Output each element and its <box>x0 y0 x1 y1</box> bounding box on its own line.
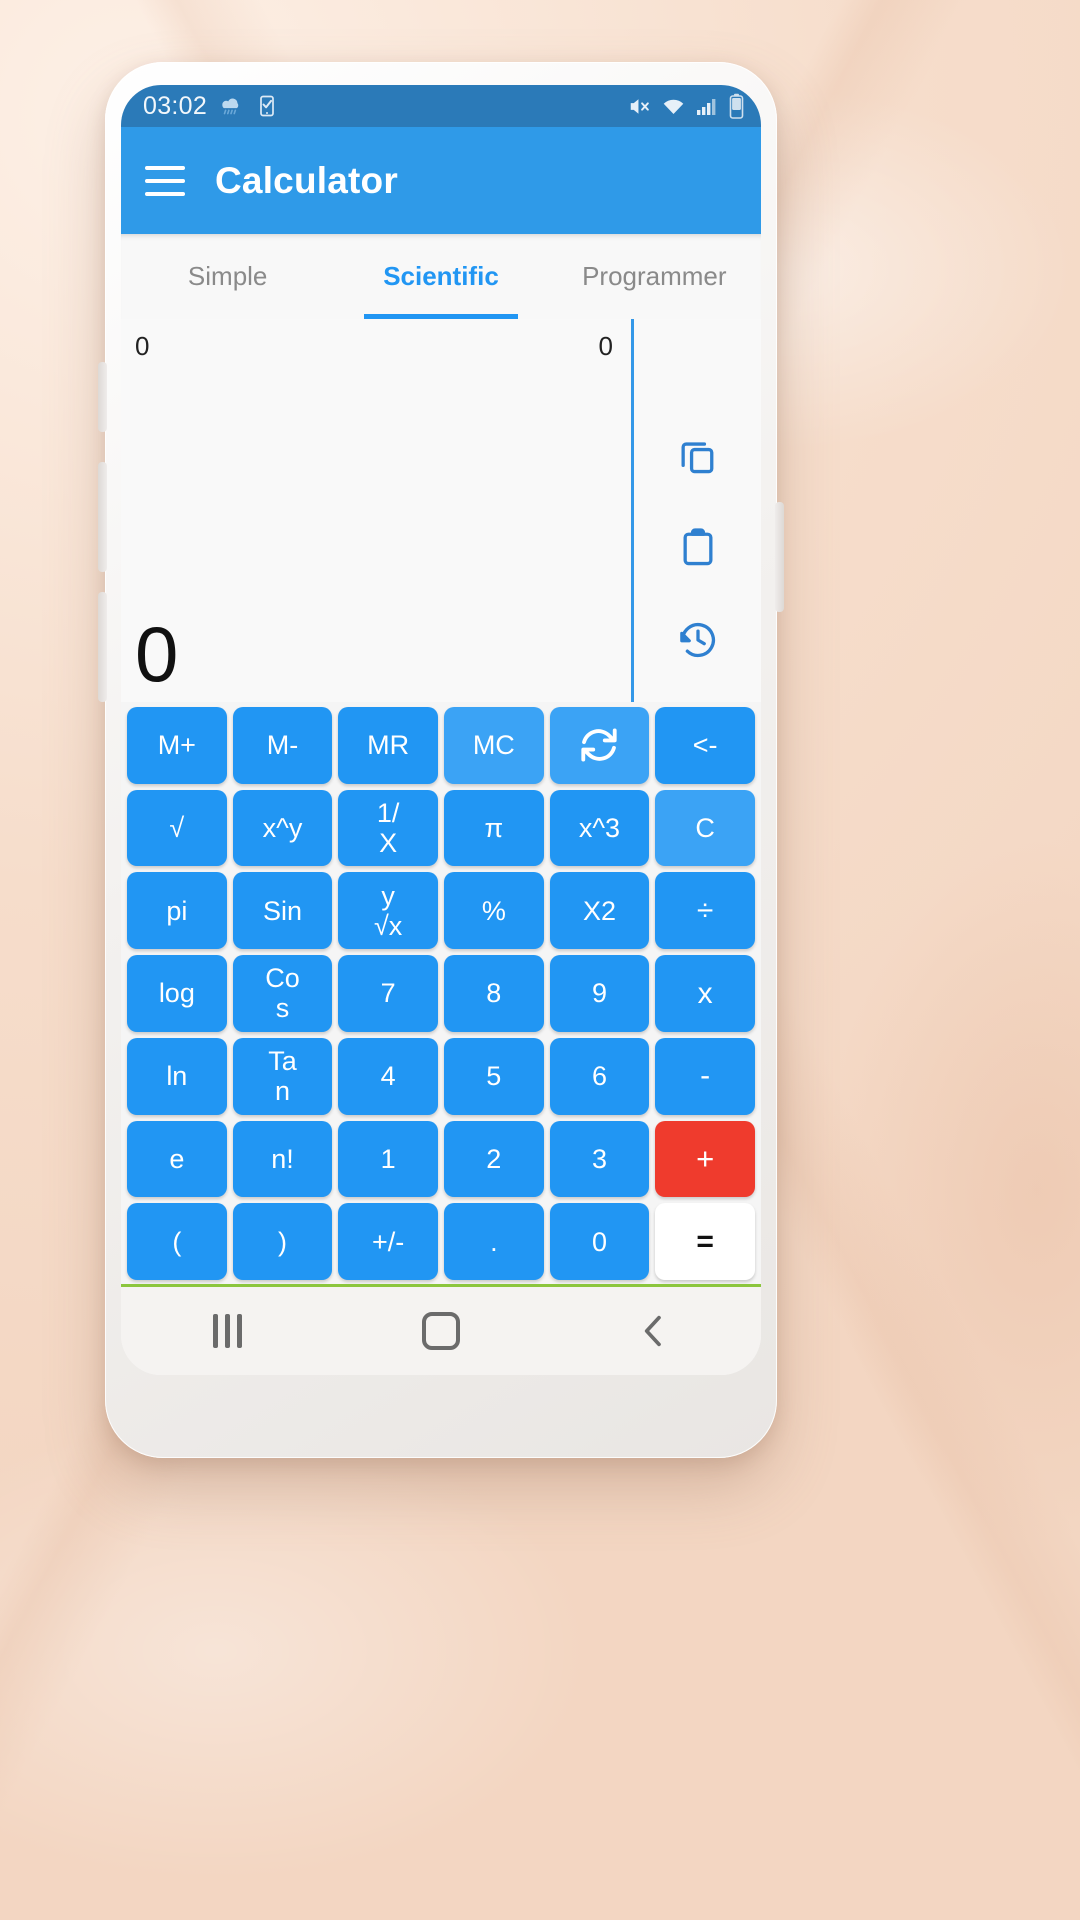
key-6[interactable]: 6 <box>549 1037 650 1115</box>
key-2[interactable]: 2 <box>443 1120 544 1198</box>
hamburger-menu-icon[interactable] <box>145 165 185 196</box>
key-([interactable]: ( <box>127 1203 227 1280</box>
key-3[interactable]: 3 <box>549 1120 650 1198</box>
key-e[interactable]: e <box>127 1120 227 1198</box>
app-bar: Calculator <box>121 127 761 234</box>
nav-home-button[interactable] <box>381 1301 501 1361</box>
paste-icon[interactable] <box>676 526 720 570</box>
back-chevron-icon <box>645 1315 662 1347</box>
expression-left: 0 <box>135 331 150 361</box>
key-sin[interactable]: Sin <box>232 872 333 950</box>
wifi-icon <box>661 94 686 119</box>
key-x2[interactable]: X2 <box>549 872 650 950</box>
key-4[interactable]: 4 <box>338 1037 438 1115</box>
key-c[interactable]: C <box>655 789 755 867</box>
key--[interactable]: - <box>655 1037 755 1115</box>
key-x[interactable]: x <box>655 955 755 1032</box>
tab-scientific[interactable]: Scientific <box>334 234 547 319</box>
key-ln[interactable]: ln <box>127 1037 227 1115</box>
tab-programmer[interactable]: Programmer <box>548 234 761 319</box>
key-7[interactable]: 7 <box>338 955 438 1032</box>
tab-bar: Simple Scientific Programmer <box>121 234 761 319</box>
key-=[interactable]: = <box>655 1203 755 1280</box>
key-co-s[interactable]: Co s <box>232 955 333 1032</box>
status-bar-right <box>627 93 745 119</box>
key-mc[interactable]: MC <box>443 707 544 784</box>
key-log[interactable]: log <box>127 955 227 1032</box>
key-8[interactable]: 8 <box>443 955 544 1032</box>
key-n![interactable]: n! <box>232 1120 333 1198</box>
expression-right: 0 <box>598 331 613 361</box>
key-1[interactable]: 1 <box>338 1120 438 1198</box>
key-)[interactable]: ) <box>232 1203 333 1280</box>
tab-simple[interactable]: Simple <box>121 234 334 319</box>
key-%[interactable]: % <box>443 872 544 950</box>
status-bar-left: 03:02 <box>143 92 279 121</box>
keypad: M+ M- MR MC <- √ x^y 1/ Xπ x^3 Cpi Sin y √x% X2 ÷ log C… <box>121 702 761 1284</box>
bixby-button[interactable] <box>98 592 107 702</box>
key-π[interactable]: π <box>443 789 544 867</box>
key-m-[interactable]: M- <box>232 707 333 784</box>
key-y-√x[interactable]: y √x <box>338 872 438 950</box>
task-check-icon <box>255 94 279 118</box>
key-pi[interactable]: pi <box>127 872 227 950</box>
key-x^3[interactable]: x^3 <box>549 789 650 867</box>
expression-row: 0 0 <box>135 331 613 362</box>
result-value: 0 <box>135 610 179 699</box>
phone-device-frame: 03:02 Calculator Simple Scientific Progr… <box>98 62 784 1458</box>
key-0[interactable]: 0 <box>549 1203 650 1280</box>
signal-bars-icon <box>695 94 719 118</box>
nav-recents-button[interactable] <box>168 1301 288 1361</box>
refresh-icon[interactable] <box>549 707 650 784</box>
key-√[interactable]: √ <box>127 789 227 867</box>
nav-back-button[interactable] <box>594 1301 714 1361</box>
key-+/-[interactable]: +/- <box>338 1203 438 1280</box>
status-clock: 03:02 <box>143 91 208 120</box>
page-title: Calculator <box>215 159 398 201</box>
key-1/-x[interactable]: 1/ X <box>338 789 438 867</box>
calculator-display: 0 0 0 <box>121 319 761 702</box>
history-icon[interactable] <box>676 618 720 662</box>
power-button[interactable] <box>775 502 784 612</box>
key-m+[interactable]: M+ <box>127 707 227 784</box>
key-÷[interactable]: ÷ <box>655 872 755 950</box>
android-navigation-bar <box>121 1287 761 1375</box>
key-9[interactable]: 9 <box>549 955 650 1032</box>
key-<-[interactable]: <- <box>655 707 755 784</box>
volume-down-button[interactable] <box>98 462 107 572</box>
volume-up-button[interactable] <box>98 362 107 432</box>
status-bar: 03:02 <box>121 85 761 127</box>
recents-icon <box>213 1314 243 1348</box>
weather-rain-icon <box>218 93 244 119</box>
key-ta-n[interactable]: Ta n <box>232 1037 333 1115</box>
copy-icon[interactable] <box>676 434 720 478</box>
home-icon <box>421 1312 460 1350</box>
key-+[interactable]: + <box>655 1120 755 1198</box>
display-tool-strip <box>631 319 761 702</box>
key-x^y[interactable]: x^y <box>232 789 333 867</box>
key-5[interactable]: 5 <box>443 1037 544 1115</box>
key-.[interactable]: . <box>443 1203 544 1280</box>
key-mr[interactable]: MR <box>338 707 438 784</box>
mute-icon <box>627 94 652 119</box>
battery-icon <box>728 93 745 119</box>
phone-screen: 03:02 Calculator Simple Scientific Progr… <box>121 85 761 1375</box>
